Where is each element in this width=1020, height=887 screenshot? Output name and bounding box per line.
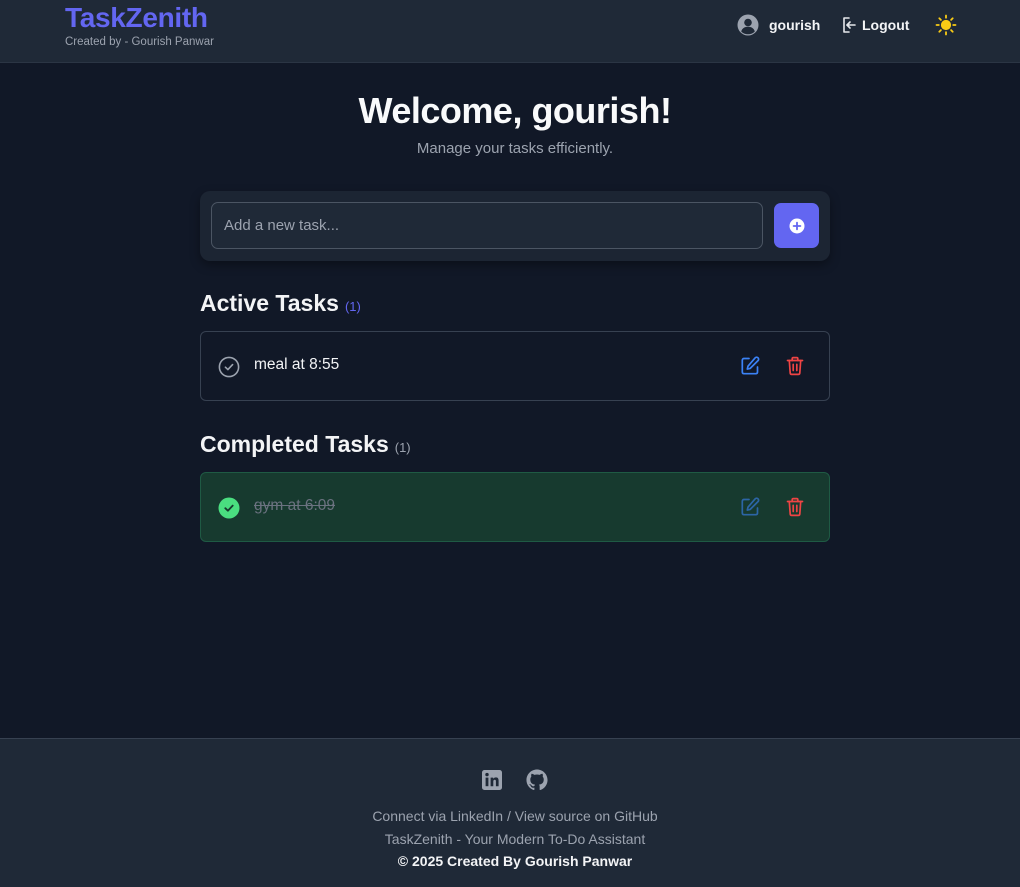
new-task-input[interactable]: [211, 202, 763, 249]
connect-prefix: Connect via: [372, 808, 451, 824]
active-tasks-title: Active Tasks: [200, 290, 339, 316]
app-footer: Connect via LinkedIn / View source on Gi…: [0, 738, 1020, 887]
trash-icon[interactable]: [784, 496, 806, 518]
linkedin-link[interactable]: LinkedIn: [450, 808, 503, 824]
active-tasks-heading: Active Tasks (1): [200, 290, 361, 320]
logout-button[interactable]: Logout: [841, 14, 909, 36]
trash-icon[interactable]: [784, 355, 806, 377]
logout-label: Logout: [862, 17, 910, 33]
linkedin-icon[interactable]: [481, 769, 503, 791]
check-circle-icon[interactable]: [218, 497, 240, 519]
add-task-card: [200, 191, 830, 261]
task-text: gym at 6:09: [254, 497, 335, 514]
logout-icon: [841, 16, 857, 34]
footer-copyright: © 2025 Created By Gourish Panwar: [397, 853, 633, 869]
active-tasks-count: (1): [344, 299, 361, 314]
github-link[interactable]: View source on GitHub: [515, 808, 658, 824]
completed-tasks-heading: Completed Tasks (1): [200, 431, 411, 461]
social-links: [481, 769, 548, 791]
complete-toggle-icon[interactable]: [218, 356, 240, 378]
brand-title[interactable]: TaskZenith: [65, 2, 208, 34]
plus-circle-icon: [789, 218, 805, 234]
completed-tasks-title: Completed Tasks: [200, 431, 389, 457]
task-text: meal at 8:55: [254, 356, 340, 373]
footer-tagline: TaskZenith - Your Modern To-Do Assistant: [384, 831, 646, 847]
footer-links: Connect via LinkedIn / View source on Gi…: [0, 808, 1020, 824]
app-header: TaskZenith Created by - Gourish Panwar g…: [0, 0, 1020, 63]
edit-icon[interactable]: [739, 355, 761, 377]
active-task-item: meal at 8:55: [200, 331, 830, 401]
completed-task-item: gym at 6:09: [200, 472, 830, 542]
welcome-tagline: Manage your tasks efficiently.: [416, 140, 614, 157]
github-icon[interactable]: [526, 769, 548, 791]
edit-icon[interactable]: [739, 496, 761, 518]
welcome-heading: Welcome, gourish!: [358, 90, 672, 131]
username: gourish: [769, 17, 821, 33]
brand-subtitle: Created by - Gourish Panwar: [65, 36, 214, 48]
sun-icon[interactable]: [935, 14, 957, 36]
add-task-button[interactable]: [774, 203, 819, 248]
link-separator: /: [503, 808, 515, 824]
user-circle-icon: [737, 14, 759, 36]
user-menu[interactable]: gourish: [737, 14, 820, 36]
completed-tasks-count: (1): [394, 440, 411, 455]
